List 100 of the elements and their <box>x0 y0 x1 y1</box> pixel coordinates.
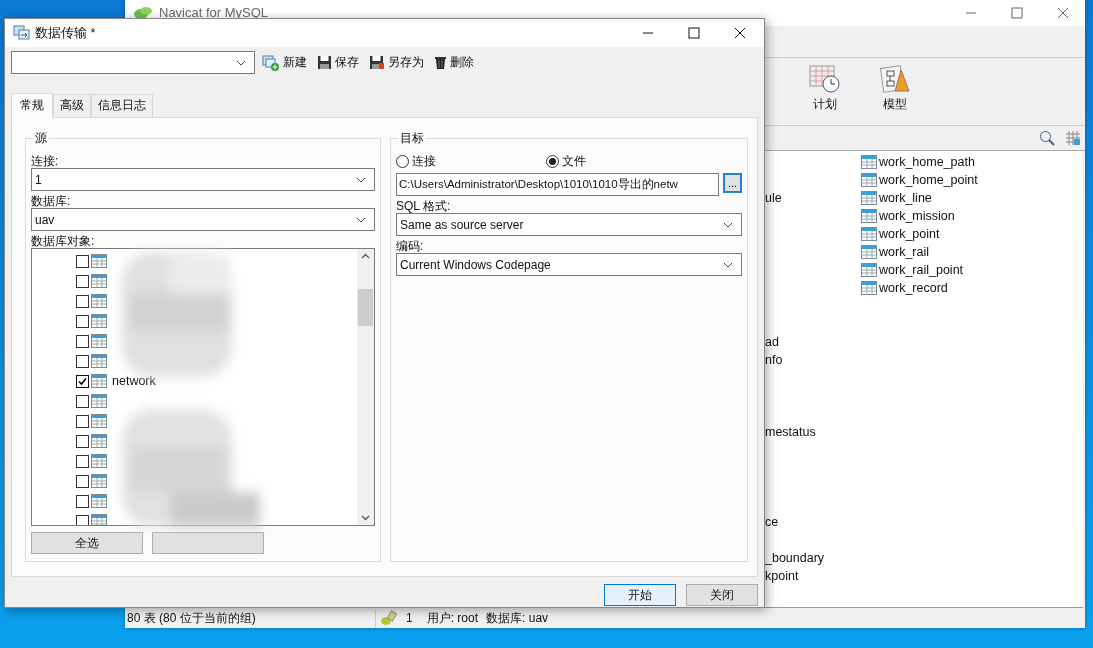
checkbox[interactable] <box>76 414 89 428</box>
table-icon <box>91 314 107 328</box>
table-icon <box>861 173 877 187</box>
table-name[interactable]: _boundary <box>765 551 825 565</box>
radio-option[interactable]: 文件 <box>546 153 696 170</box>
tab[interactable]: 信息日志 <box>91 94 153 117</box>
table-icon <box>861 281 877 295</box>
table-icon <box>91 454 107 468</box>
table-icon <box>91 334 107 348</box>
database-dropdown[interactable]: uav <box>31 208 375 231</box>
chevron-down-icon[interactable] <box>361 515 370 521</box>
chevron-down-icon <box>236 59 246 66</box>
profile-dropdown[interactable] <box>11 51 255 74</box>
toolbar-button[interactable]: 新建 <box>259 54 310 71</box>
status-text: 用户: root <box>426 609 479 627</box>
toolbar-button[interactable]: 另存为 <box>366 54 427 71</box>
checkbox[interactable] <box>76 254 89 268</box>
table-name[interactable]: ce <box>765 515 779 529</box>
checkbox[interactable] <box>76 374 89 388</box>
table-icon <box>861 245 877 259</box>
toolbar-button[interactable]: 模型 <box>860 58 930 125</box>
dialog-button[interactable]: 开始 <box>604 584 676 606</box>
radio-option[interactable]: 连接 <box>396 153 546 170</box>
checkbox[interactable] <box>76 394 89 408</box>
table-item[interactable]: work_rail_point <box>861 263 964 277</box>
field-label: 连接: <box>31 154 60 168</box>
table-icon <box>91 494 107 508</box>
checkmark-icon <box>78 376 87 386</box>
table-item[interactable]: work_line <box>861 191 932 205</box>
close-icon[interactable] <box>734 27 746 39</box>
status-text: 80 表 (80 位于当前的组) <box>125 609 376 627</box>
scroll-thumb[interactable] <box>358 289 373 326</box>
transfer-icon <box>13 25 31 41</box>
trash-can-icon <box>434 55 447 70</box>
field-label: 数据库: <box>31 194 72 208</box>
checkbox[interactable] <box>76 434 89 448</box>
table-name[interactable]: ule <box>765 191 782 205</box>
tab[interactable]: 常规 <box>11 93 53 118</box>
table-name[interactable]: network <box>112 374 156 388</box>
toolbar-button[interactable]: 计划 <box>790 58 860 125</box>
encoding-dropdown[interactable]: Current Windows Codepage <box>396 253 742 276</box>
field-label: 编码: <box>396 239 425 253</box>
toolbar-button[interactable]: 保存 <box>314 54 362 71</box>
table-item[interactable]: work_record <box>861 281 948 295</box>
browse-button[interactable]: ... <box>723 173 742 193</box>
table-name[interactable]: nfo <box>765 353 783 367</box>
checkbox[interactable] <box>76 494 89 508</box>
checkbox[interactable] <box>76 354 89 368</box>
chevron-down-icon <box>723 221 733 228</box>
checkbox[interactable] <box>76 514 89 525</box>
window-title: Navicat for MySQL <box>159 4 269 20</box>
grid-view-icon[interactable] <box>1065 130 1081 146</box>
scrollbar[interactable] <box>357 249 374 525</box>
table-icon <box>91 374 107 388</box>
field-label: 数据库对象: <box>31 234 96 248</box>
table-icon <box>91 354 107 368</box>
dialog-title: 数据传输 * <box>35 24 96 42</box>
table-name[interactable]: mestatus <box>765 425 816 439</box>
table-item[interactable]: work_home_path <box>861 155 975 169</box>
table-icon <box>91 394 107 408</box>
dialog-button[interactable]: 关闭 <box>686 584 758 606</box>
status-text: 数据库: uav <box>486 609 549 627</box>
table-icon <box>861 155 877 169</box>
table-icon <box>91 294 107 308</box>
table-icon <box>861 209 877 223</box>
table-name[interactable]: ad <box>765 335 779 349</box>
chevron-down-icon <box>723 261 733 268</box>
tab[interactable]: 高级 <box>53 94 91 117</box>
table-icon <box>861 191 877 205</box>
select-all-button[interactable]: 全选 <box>31 532 143 554</box>
status-text: 1 <box>406 611 413 625</box>
table-item[interactable]: work_point <box>861 227 940 241</box>
maximize-icon[interactable] <box>688 27 700 39</box>
table-item[interactable]: work_rail <box>861 245 929 259</box>
toolbar-button[interactable]: 删除 <box>431 54 477 71</box>
sql-format-dropdown[interactable]: Same as source server <box>396 213 742 236</box>
table-item[interactable]: work_home_point <box>861 173 978 187</box>
chevron-down-icon <box>356 176 366 183</box>
checkbox[interactable] <box>76 474 89 488</box>
checkbox[interactable] <box>76 334 89 348</box>
group-title: 目标 <box>399 130 425 147</box>
connection-dropdown[interactable]: 1 <box>31 168 375 191</box>
checkbox[interactable] <box>76 314 89 328</box>
table-icon <box>91 434 107 448</box>
table-name[interactable]: kpoint <box>765 569 799 583</box>
diagram-triangle-icon <box>879 64 911 94</box>
checkbox[interactable] <box>76 274 89 288</box>
file-path-field[interactable]: C:\Users\Administrator\Desktop\1010\1010导出的netw <box>396 173 719 196</box>
checkbox[interactable] <box>76 294 89 308</box>
checkbox[interactable] <box>76 454 89 468</box>
new-document-icon <box>262 54 280 71</box>
table-icon <box>861 227 877 241</box>
chevron-up-icon[interactable] <box>361 253 370 259</box>
group-title: 源 <box>34 130 48 147</box>
table-icon <box>861 263 877 277</box>
search-icon[interactable] <box>1039 130 1055 146</box>
table-icon <box>91 414 107 428</box>
calendar-clock-icon <box>809 64 841 94</box>
table-item[interactable]: work_mission <box>861 209 955 223</box>
plug-icon <box>380 610 398 626</box>
